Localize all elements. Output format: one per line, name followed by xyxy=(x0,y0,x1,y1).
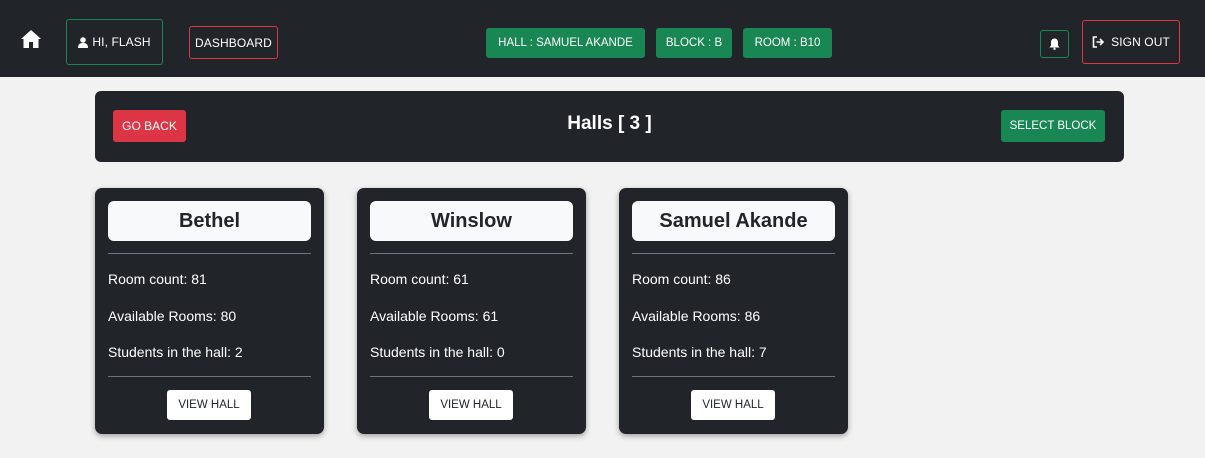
dashboard-button[interactable]: DASHBOARD xyxy=(189,26,278,59)
top-navbar: HI, FLASH DASHBOARD HALL : SAMUEL AKANDE… xyxy=(0,0,1205,77)
students-count: Students in the hall: 7 xyxy=(632,344,767,360)
select-block-label: SELECT BLOCK xyxy=(1009,120,1097,132)
block-badge: BLOCK : B xyxy=(656,28,732,58)
room-count: Room count: 61 xyxy=(370,271,469,287)
view-hall-button[interactable]: VIEW HALL xyxy=(691,390,775,420)
home-button[interactable] xyxy=(18,28,44,50)
room-badge-label: ROOM : B10 xyxy=(754,37,821,49)
select-block-button[interactable]: SELECT BLOCK xyxy=(1001,110,1105,142)
students-count: Students in the hall: 0 xyxy=(370,344,505,360)
hall-card-bethel: Bethel Room count: 81 Available Rooms: 8… xyxy=(95,188,324,434)
room-count: Room count: 86 xyxy=(632,271,731,287)
hall-card-winslow: Winslow Room count: 61 Available Rooms: … xyxy=(357,188,586,434)
divider xyxy=(108,253,311,254)
available-rooms: Available Rooms: 61 xyxy=(370,308,499,324)
sign-out-icon xyxy=(1092,36,1105,48)
divider xyxy=(632,376,835,377)
sign-out-label: SIGN OUT xyxy=(1111,35,1170,49)
divider xyxy=(108,376,311,377)
hall-name: Winslow xyxy=(370,201,573,241)
block-badge-label: BLOCK : B xyxy=(665,37,723,49)
bell-icon xyxy=(1049,38,1060,50)
divider xyxy=(370,253,573,254)
view-hall-label: VIEW HALL xyxy=(440,399,502,411)
notifications-button[interactable] xyxy=(1040,30,1069,58)
divider xyxy=(632,253,835,254)
students-count: Students in the hall: 2 xyxy=(108,344,243,360)
available-rooms: Available Rooms: 80 xyxy=(108,308,237,324)
room-count: Room count: 81 xyxy=(108,271,207,287)
view-hall-button[interactable]: VIEW HALL xyxy=(429,390,513,420)
dashboard-label: DASHBOARD xyxy=(195,35,272,50)
hall-card-samuel-akande: Samuel Akande Room count: 86 Available R… xyxy=(619,188,848,434)
home-icon xyxy=(21,30,41,48)
view-hall-button[interactable]: VIEW HALL xyxy=(167,390,251,420)
sign-out-button[interactable]: SIGN OUT xyxy=(1082,20,1180,64)
halls-header: GO BACK Halls [ 3 ] SELECT BLOCK xyxy=(95,91,1124,162)
hall-name: Bethel xyxy=(108,201,311,241)
available-rooms: Available Rooms: 86 xyxy=(632,308,761,324)
user-greeting-button[interactable]: HI, FLASH xyxy=(66,19,163,65)
greeting-label: HI, FLASH xyxy=(92,35,151,49)
page-title: Halls [ 3 ] xyxy=(567,113,652,134)
hall-name: Samuel Akande xyxy=(632,201,835,241)
divider xyxy=(370,376,573,377)
hall-badge: HALL : SAMUEL AKANDE xyxy=(486,28,645,58)
user-icon xyxy=(78,36,89,48)
view-hall-label: VIEW HALL xyxy=(702,399,764,411)
room-badge: ROOM : B10 xyxy=(743,28,832,58)
hall-badge-label: HALL : SAMUEL AKANDE xyxy=(498,37,633,49)
view-hall-label: VIEW HALL xyxy=(178,399,240,411)
